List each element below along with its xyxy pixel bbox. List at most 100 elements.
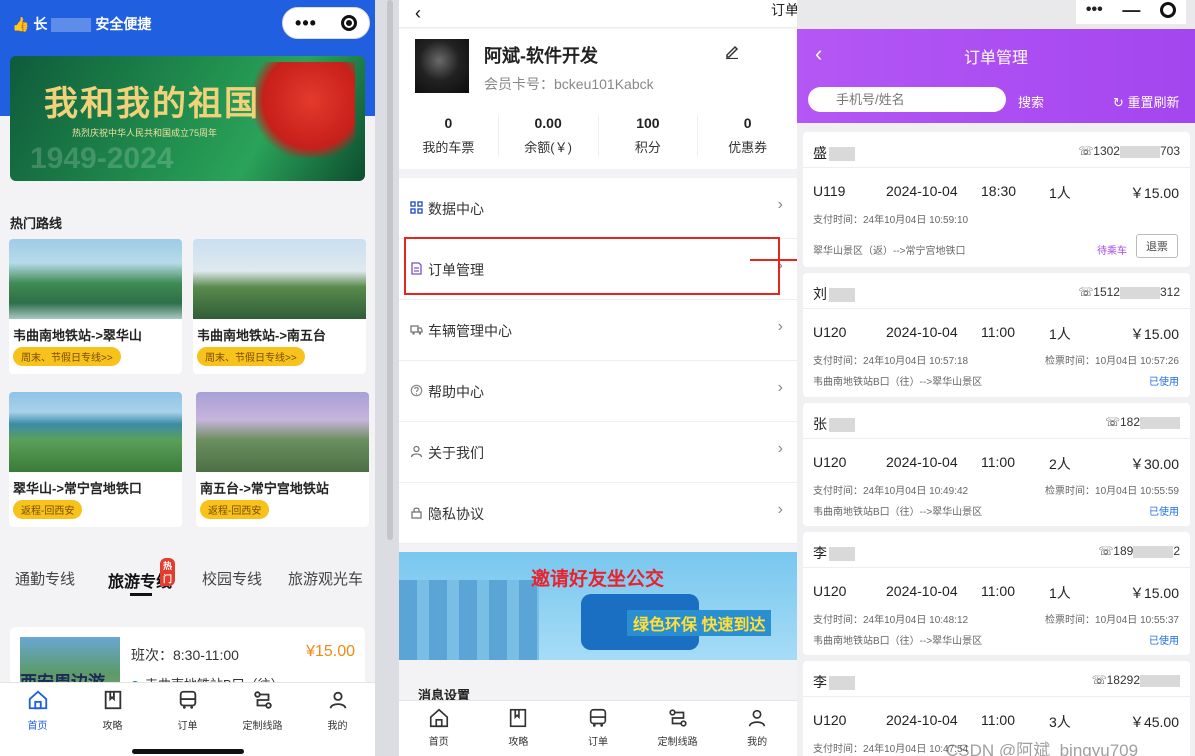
phone-icon: ☏: [1104, 415, 1120, 429]
stat-coupons[interactable]: 0 优惠券: [698, 115, 797, 156]
close-miniapp-icon[interactable]: [1160, 2, 1177, 18]
active-tab-underline: [130, 593, 152, 596]
order-route: 韦曲南地铁站B口（往）-->翠华山景区: [813, 507, 983, 518]
tab-sightseeing[interactable]: 旅游观光车: [288, 568, 363, 589]
edit-icon[interactable]: [724, 43, 740, 59]
bus-number: U119: [813, 183, 846, 199]
home-header: 👍 长 安全便捷 •••: [0, 0, 375, 46]
order-card[interactable]: 刘 ☏1512 312 U120 2024-10-04 11:00 1人 ￥15.…: [803, 273, 1190, 397]
order-customer: 李: [813, 672, 855, 692]
blurred-text: [1140, 416, 1180, 429]
phone-prefix: 1302: [1093, 144, 1120, 158]
order-card[interactable]: 李 ☏189 2 U120 2024-10-04 11:00 1人 ￥15.00 …: [803, 532, 1190, 655]
pay-time: 支付时间：24年10月04日 10:49:42: [813, 486, 969, 497]
order-price: ￥15.00: [1129, 585, 1179, 601]
order-card[interactable]: 张 ☏182 U120 2024-10-04 11:00 2人 ￥30.00 支…: [803, 403, 1190, 526]
home-screen: 👍 长 安全便捷 ••• 我和我的祖国 热烈庆祝中华人民共和国成立75周年 194…: [0, 0, 375, 756]
tab-guide[interactable]: 攻略: [75, 683, 150, 756]
pay-time: 支付时间：24年10月04日 10:47:54: [813, 744, 969, 755]
bus-icon: [589, 708, 607, 727]
chevron-right-icon: ›: [777, 196, 783, 213]
check-time: 检票时间：10月04日 10:55:37: [1045, 615, 1179, 626]
order-route: 翠华山景区（返）-->常宁宫地铁口: [813, 246, 966, 257]
search-button[interactable]: 搜索: [1018, 92, 1044, 111]
tab-label: 定制线路: [657, 737, 698, 748]
bus-number: U120: [813, 454, 847, 470]
stat-points[interactable]: 100 积分: [599, 115, 699, 156]
national-day-banner[interactable]: 我和我的祖国 热烈庆祝中华人民共和国成立75周年 1949-2024: [10, 56, 365, 181]
minimize-icon[interactable]: —: [1122, 0, 1140, 21]
route-tag: 返程-回西安: [200, 500, 270, 519]
search-input[interactable]: [808, 87, 1006, 112]
tab-custom-route[interactable]: 定制线路: [225, 683, 300, 756]
user-icon: [329, 691, 346, 709]
stat-balance[interactable]: 0.00 余额(￥): [499, 115, 599, 156]
tab-mine[interactable]: 我的: [717, 701, 797, 756]
stat-label: 积分: [634, 140, 661, 155]
help-icon: [410, 384, 423, 397]
menu-label: 隐私协议: [428, 506, 484, 522]
menu-item-data-center[interactable]: 数据中心 ›: [399, 178, 797, 239]
back-chevron-icon[interactable]: ‹: [415, 3, 421, 24]
invite-title: 邀请好友坐公交: [531, 569, 665, 590]
phone-prefix: 182: [1119, 415, 1140, 429]
stat-tickets[interactable]: 0 我的车票: [399, 115, 499, 156]
invite-banner[interactable]: 邀请好友坐公交 绿色环保 快速到达: [399, 552, 797, 660]
route-name: 南五台->常宁宫地铁站: [200, 481, 329, 496]
tab-campus[interactable]: 校园专线: [202, 568, 262, 589]
book-icon: [104, 690, 121, 710]
tab-guide[interactable]: 攻略: [479, 701, 559, 756]
tab-orders[interactable]: 订单: [150, 683, 225, 756]
menu-item-privacy[interactable]: 隐私协议 ›: [399, 483, 797, 544]
trip-time: 18:30: [981, 183, 1017, 199]
more-icon[interactable]: •••: [295, 13, 317, 34]
menu-item-help-center[interactable]: 帮助中心 ›: [399, 361, 797, 422]
check-time: 检票时间：10月04日 10:55:59: [1045, 486, 1179, 497]
tab-tourism[interactable]: 旅游专线 热门: [108, 558, 176, 596]
blurred-text: [829, 147, 855, 162]
tab-commute[interactable]: 通勤专线: [15, 568, 75, 589]
tab-label: 攻略: [102, 721, 123, 732]
route-card[interactable]: 南五台->常宁宫地铁站 返程-回西安: [196, 392, 369, 527]
order-card-header: 刘 ☏1512 312: [803, 273, 1190, 309]
tab-home[interactable]: 首页: [0, 683, 75, 756]
order-status: 已使用: [1149, 377, 1179, 388]
tab-home[interactable]: 首页: [399, 701, 479, 756]
tab-custom-route[interactable]: 定制线路: [638, 701, 718, 756]
menu-item-vehicle-center[interactable]: 车辆管理中心 ›: [399, 300, 797, 361]
tab-label: 订单: [177, 721, 198, 732]
home-icon: [28, 690, 47, 710]
close-miniapp-icon[interactable]: [340, 15, 357, 31]
menu-item-about-us[interactable]: 关于我们 ›: [399, 422, 797, 483]
tab-orders[interactable]: 订单: [558, 701, 638, 756]
title-prefix: 长: [33, 16, 48, 32]
reset-refresh-button[interactable]: ↻ 重置刷新: [1113, 92, 1180, 111]
trip-date: 2024-10-04: [886, 183, 958, 199]
route-tag: 返程-回西安: [13, 500, 83, 519]
menu-label: 关于我们: [428, 445, 484, 461]
route-name: 翠华山->常宁宫地铁口: [13, 481, 142, 496]
avatar[interactable]: [415, 39, 469, 93]
route-card[interactable]: 韦曲南地铁站->翠华山 周末、节假日专线>>: [9, 239, 182, 374]
miniapp-capsule[interactable]: •••: [282, 7, 370, 39]
trip-schedule: 班次：8:30-11:00: [131, 647, 239, 663]
route-card[interactable]: 翠华山->常宁宫地铁口 返程-回西安: [9, 392, 182, 527]
tab-mine[interactable]: 我的: [300, 683, 375, 756]
order-customer: 李: [813, 543, 855, 563]
order-card-header: 李 ☏18292: [803, 661, 1190, 697]
tab-label: 首页: [27, 721, 48, 732]
phone-prefix: 189: [1113, 544, 1134, 558]
blurred-text: [829, 676, 855, 691]
order-route: 韦曲南地铁站B口（往）-->翠华山景区: [813, 377, 983, 388]
trip-date: 2024-10-04: [886, 454, 958, 470]
window-controls: ••• —: [1076, 0, 1186, 24]
refund-button[interactable]: 退票: [1136, 234, 1178, 258]
order-card[interactable]: 盛 ☏1302 703 U119 2024-10-04 18:30 1人 ￥15.…: [803, 132, 1190, 267]
route-image: [9, 392, 182, 472]
stat-label: 余额(￥): [524, 140, 572, 155]
menu-label: 车辆管理中心: [428, 323, 512, 339]
home-title: 👍 长 安全便捷: [12, 14, 151, 34]
route-card[interactable]: 韦曲南地铁站->南五台 周末、节假日专线>>: [193, 239, 366, 374]
scrollbar[interactable]: [387, 0, 393, 540]
more-icon[interactable]: •••: [1086, 1, 1103, 19]
